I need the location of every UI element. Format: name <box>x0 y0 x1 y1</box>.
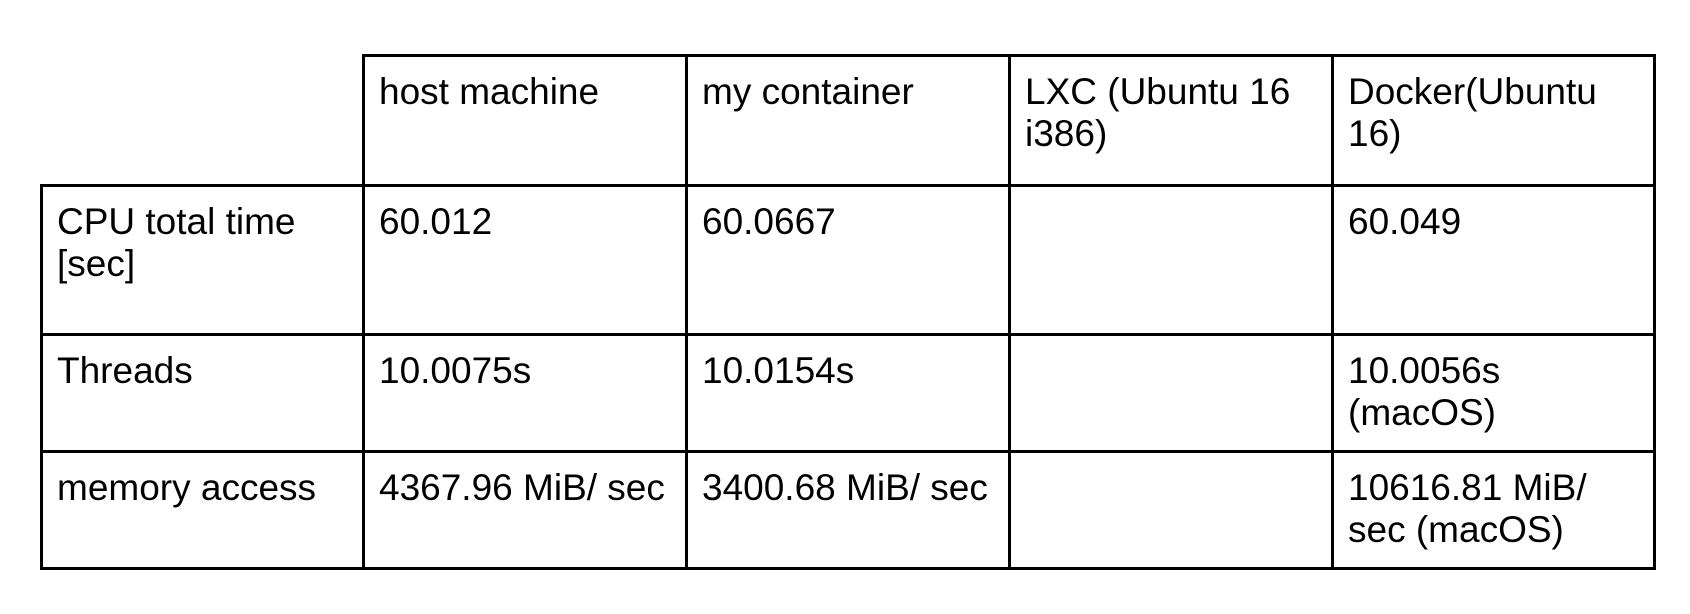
column-header-host-machine: host machine <box>379 71 600 112</box>
cell-cpu-docker: 60.049 <box>1348 201 1462 242</box>
column-header-lxc: LXC (Ubuntu 16 i386) <box>1025 71 1291 154</box>
row-label-threads: Threads <box>57 350 193 391</box>
column-header-my-container: my container <box>702 71 914 112</box>
cell-cpu-host-machine: 60.012 <box>379 201 493 242</box>
table-rule-bottom <box>40 567 1656 570</box>
cell-cpu-lxc <box>1011 187 1331 333</box>
cell-memory-docker: 10616.81 MiB/ sec (macOS) <box>1348 467 1587 550</box>
cell-memory-lxc <box>1011 453 1331 567</box>
cell-memory-host-machine: 4367.96 MiB/ sec <box>379 467 665 508</box>
row-label-memory-access: memory access <box>57 467 317 508</box>
cell-threads-docker: 10.0056s (macOS) <box>1348 350 1501 433</box>
table-rule-right <box>1653 54 1656 570</box>
cell-memory-my-container: 3400.68 MiB/ sec <box>702 467 988 508</box>
column-header-docker: Docker(Ubuntu 16) <box>1348 71 1597 154</box>
cell-cpu-my-container: 60.0667 <box>702 201 836 242</box>
row-label-cpu-total-time: CPU total time [sec] <box>57 201 296 284</box>
benchmark-table: host machine my container LXC (Ubuntu 16… <box>0 0 1690 614</box>
cell-threads-lxc <box>1011 336 1331 450</box>
cell-threads-my-container: 10.0154s <box>702 350 855 391</box>
cell-threads-host-machine: 10.0075s <box>379 350 532 391</box>
